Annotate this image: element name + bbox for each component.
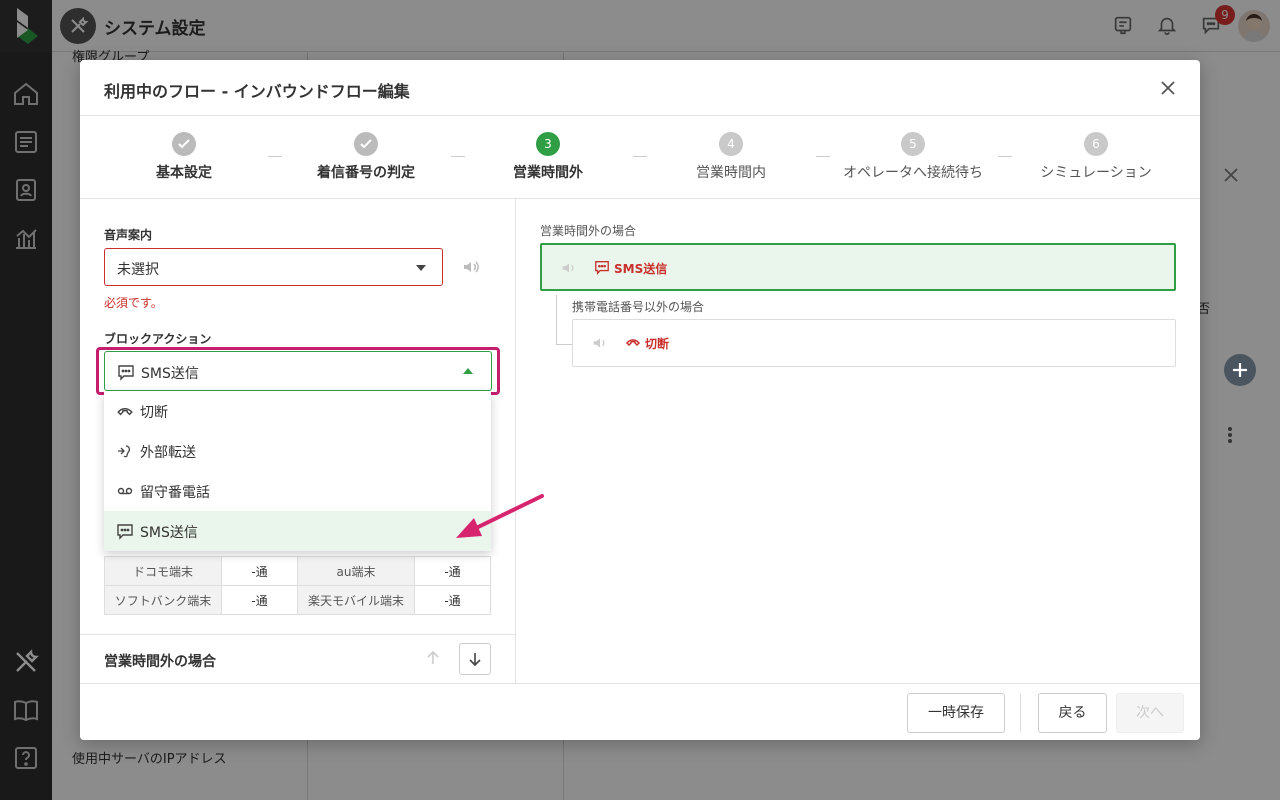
hangup-icon (625, 334, 641, 350)
section-title: 営業時間外の場合 (104, 654, 216, 670)
save-temp-button[interactable]: 一時保存 (907, 693, 1005, 733)
sms-icon (594, 259, 610, 275)
tree-connector (556, 295, 557, 345)
table-cell: -通 (414, 556, 491, 586)
step-separator (268, 156, 282, 157)
stepper: 基本設定 着信番号の判定 3 営業時間外 4 営業時間内 5 オペレータへ接続待… (80, 116, 1200, 199)
step-business-hours[interactable]: 4 営業時間内 (651, 132, 811, 182)
kebab-menu-icon (1226, 426, 1234, 444)
step-basic-settings[interactable]: 基本設定 (104, 132, 264, 182)
flow-preview-pane: 営業時間外の場合 SMS送信 携帯電話番号以外の場合 切断 (516, 199, 1200, 683)
close-icon[interactable] (1158, 78, 1178, 98)
flow-action-label: SMS送信 (614, 262, 668, 276)
annotation-arrow-icon (450, 490, 550, 546)
voice-guidance-label: 音声案内 (104, 228, 153, 242)
table-cell: ドコモ端末 (104, 556, 222, 586)
block-action-select[interactable]: SMS送信 (104, 351, 492, 391)
flow-action-label: 切断 (645, 337, 670, 351)
table-row: ドコモ端末 -通 au端末 -通 (104, 556, 491, 586)
modal-footer: 一時保存 戻る 次へ (80, 683, 1200, 740)
step-number: 6 (1084, 132, 1108, 156)
step-label: オペレータへ接続待ち (843, 165, 983, 181)
close-icon (1222, 166, 1240, 184)
step-separator (998, 156, 1012, 157)
step-label: 営業時間外 (513, 165, 583, 181)
option-label: SMS送信 (140, 525, 198, 541)
step-outside-hours[interactable]: 3 営業時間外 (468, 132, 628, 182)
step-number-judgement[interactable]: 着信番号の判定 (286, 132, 446, 182)
table-cell: -通 (221, 556, 298, 586)
option-external-transfer[interactable]: 外部転送 (104, 431, 491, 471)
step-separator (633, 156, 647, 157)
check-icon (354, 132, 378, 156)
transfer-icon (116, 442, 134, 460)
step-operator-wait[interactable]: 5 オペレータへ接続待ち (833, 132, 993, 182)
step-number: 3 (536, 132, 560, 156)
step-simulation[interactable]: 6 シミュレーション (1016, 132, 1176, 182)
move-down-button[interactable] (459, 643, 491, 675)
step-label: 着信番号の判定 (317, 165, 415, 181)
flow-node-outside-hours[interactable]: SMS送信 (540, 243, 1176, 291)
modal-header: 利用中のフロー - インバウンドフロー編集 (80, 60, 1200, 116)
option-label: 外部転送 (140, 445, 196, 461)
arrow-up-icon[interactable] (424, 649, 444, 669)
voice-guidance-value: 未選択 (117, 262, 159, 278)
speaker-icon (591, 334, 609, 352)
voicemail-icon (116, 482, 134, 500)
block-action-dropdown: 切断 外部転送 留守番電話 SMS送信 (104, 391, 491, 551)
section-divider (80, 634, 516, 635)
chevron-down-icon (416, 265, 426, 271)
check-icon (172, 132, 196, 156)
step-label: シミュレーション (1040, 165, 1152, 181)
option-voicemail[interactable]: 留守番電話 (104, 471, 491, 511)
sms-icon (117, 363, 135, 381)
step-separator (451, 156, 465, 157)
next-button[interactable]: 次へ (1116, 693, 1184, 733)
outside-hours-label: 営業時間外の場合 (540, 224, 637, 238)
block-action-label: ブロックアクション (104, 332, 212, 346)
flow-node-non-mobile[interactable]: 切断 (572, 319, 1176, 367)
step-label: 営業時間内 (696, 165, 766, 181)
carrier-count-table: ドコモ端末 -通 au端末 -通 ソフトバンク端末 -通 楽天モバイル端末 -通 (104, 556, 491, 615)
block-action-value: SMS送信 (141, 366, 199, 382)
option-label: 切断 (140, 405, 168, 421)
back-button[interactable]: 戻る (1038, 693, 1107, 733)
option-sms[interactable]: SMS送信 (104, 511, 491, 551)
step-number: 5 (901, 132, 925, 156)
table-cell: 楽天モバイル端末 (297, 585, 415, 615)
option-label: 留守番電話 (140, 485, 210, 501)
table-cell: -通 (414, 585, 491, 615)
modal-title: 利用中のフロー - インバウンドフロー編集 (104, 82, 410, 101)
voice-guidance-select[interactable]: 未選択 (104, 248, 443, 286)
add-icon (1224, 354, 1256, 386)
speaker-icon (560, 259, 578, 277)
chevron-up-icon (463, 368, 473, 374)
footer-separator (1020, 694, 1021, 732)
step-separator (816, 156, 830, 157)
non-mobile-label: 携帯電話番号以外の場合 (572, 300, 705, 314)
table-row: ソフトバンク端末 -通 楽天モバイル端末 -通 (104, 585, 491, 615)
required-error: 必須です。 (104, 296, 163, 310)
speaker-icon[interactable] (461, 257, 481, 277)
table-cell: -通 (221, 585, 298, 615)
sms-icon (116, 522, 134, 540)
table-cell: ソフトバンク端末 (104, 585, 222, 615)
option-hangup[interactable]: 切断 (104, 391, 491, 431)
step-number: 4 (719, 132, 743, 156)
table-cell: au端末 (297, 556, 415, 586)
step-label: 基本設定 (156, 165, 212, 181)
tree-connector (556, 344, 572, 345)
arrow-down-icon (469, 653, 481, 667)
hangup-icon (116, 402, 134, 420)
